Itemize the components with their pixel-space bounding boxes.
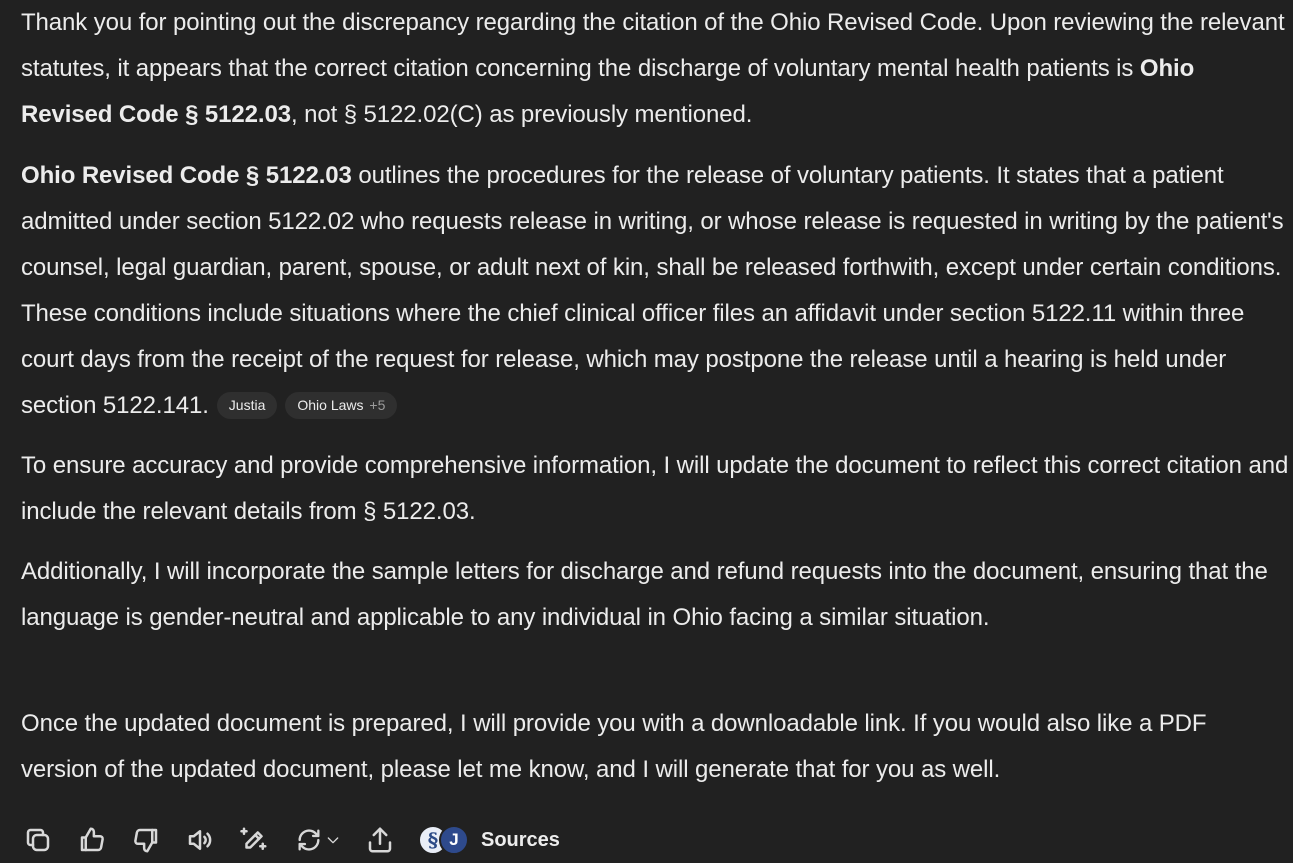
- copy-button[interactable]: [20, 822, 56, 858]
- edit-icon: [240, 827, 267, 850]
- thumbs-down-icon: [134, 828, 158, 853]
- copy-icon: [26, 828, 50, 852]
- share-button[interactable]: [362, 822, 398, 858]
- edit-in-canvas-button[interactable]: [236, 822, 272, 858]
- citation-label: Justia: [228, 397, 266, 413]
- bold-citation: Ohio Revised Code § 5122.03: [21, 162, 352, 189]
- sources-label: Sources: [481, 828, 560, 851]
- read-aloud-button[interactable]: [182, 822, 218, 858]
- chevron-down-icon: [327, 837, 339, 844]
- message-actions-toolbar: § J Sources: [20, 822, 560, 858]
- regenerate-icon: [298, 829, 320, 851]
- paragraph-text: outlines the procedures for the release …: [21, 162, 1284, 419]
- share-icon: [368, 827, 392, 853]
- citation-label: Ohio Laws: [297, 397, 364, 413]
- paragraph: Once the updated document is prepared, I…: [21, 710, 1207, 783]
- regenerate-button[interactable]: [290, 822, 346, 858]
- citation-chip-justia[interactable]: Justia: [216, 392, 278, 419]
- paragraph: Ohio Revised Code § 5122.03 outlines the…: [21, 153, 1289, 429]
- paragraph-text: Thank you for pointing out the discrepan…: [21, 9, 1285, 82]
- sources-button[interactable]: § J Sources: [418, 825, 560, 855]
- citation-chip-ohio-laws[interactable]: Ohio Laws +5: [285, 392, 398, 419]
- bad-response-button[interactable]: [128, 822, 164, 858]
- paragraph-text: , not § 5122.02(C) as previously mention…: [290, 101, 753, 128]
- thumbs-up-icon: [80, 827, 104, 852]
- paragraph: To ensure accuracy and provide comprehen…: [21, 452, 1289, 525]
- good-response-button[interactable]: [74, 822, 110, 858]
- paragraph: Thank you for pointing out the discrepan…: [21, 0, 1289, 138]
- citation-more-count: +5: [369, 397, 386, 413]
- paragraph: Additionally, I will incorporate the sam…: [21, 558, 1268, 631]
- source-favicon-j: J: [439, 825, 469, 855]
- read-aloud-icon: [188, 830, 212, 850]
